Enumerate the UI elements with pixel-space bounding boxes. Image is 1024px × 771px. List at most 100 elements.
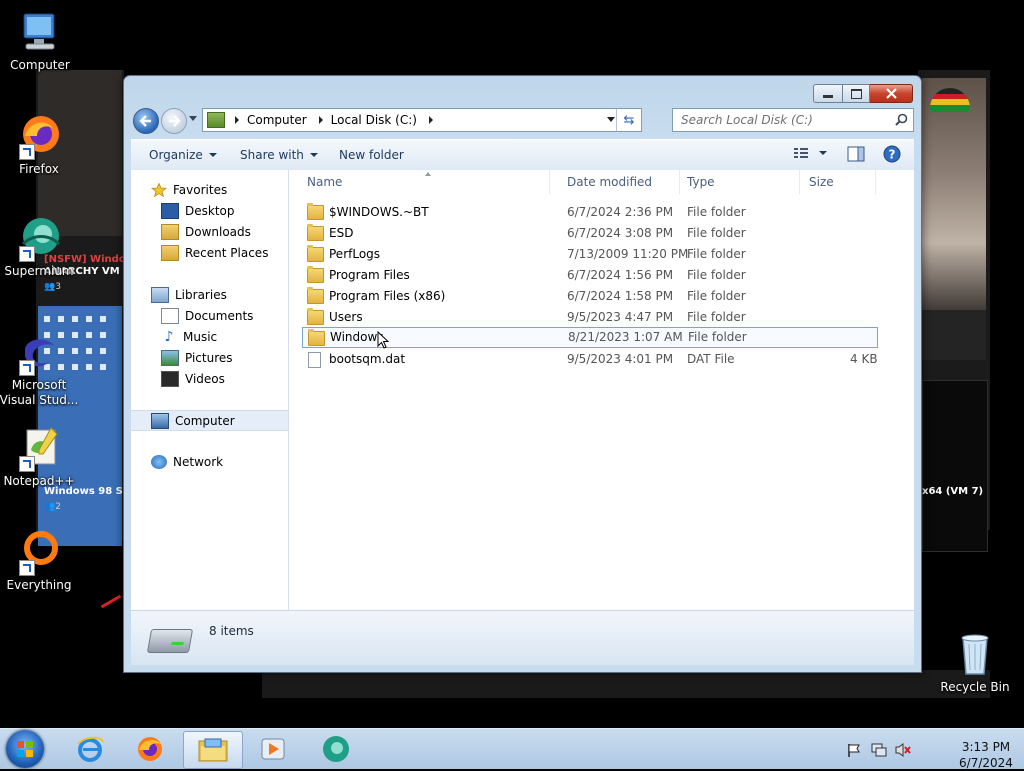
dropdown-arrow-icon [309,153,318,157]
forward-button[interactable] [161,108,187,134]
explorer-window[interactable]: Computer Local Disk (C:) ⇆ Organize Shar… [123,75,922,673]
firefox-icon [138,737,162,761]
sort-arrow-icon [425,172,431,176]
organize-button[interactable]: Organize [149,148,217,162]
nav-videos[interactable]: Videos [131,369,288,388]
file-type: File folder [687,268,746,282]
desktop-icon-computer[interactable]: Computer [0,8,80,73]
file-row[interactable]: bootsqm.dat 9/5/2023 4:01 PM DAT File 4 … [301,349,878,368]
file-date: 9/5/2023 4:01 PM [567,352,674,366]
column-header-size[interactable]: Size [801,170,876,194]
clock-date: 6/7/2024 [959,756,1013,770]
internet-explorer-icon [77,736,104,762]
address-history-dropdown[interactable] [607,117,615,122]
column-header-name[interactable]: Name [289,170,550,194]
file-row[interactable]: PerfLogs 7/13/2009 11:20 PM File folder [301,244,875,263]
action-center-flag-icon[interactable] [846,742,862,758]
column-header-date-modified[interactable]: Date modified [561,170,680,194]
dropdown-arrow-icon [819,151,827,155]
breadcrumb-chevron-icon[interactable] [428,116,433,124]
file-name: Windows [330,330,384,344]
navigation-pane[interactable]: Favorites Desktop Downloads Recent Place… [131,170,289,610]
file-row[interactable]: Windows 8/21/2023 1:07 AM File folder [302,327,878,349]
desktop-icon-firefox[interactable]: Firefox [0,112,79,177]
file-type: File folder [688,330,747,344]
windows-logo-icon [17,741,33,757]
computer-icon [16,8,64,56]
file-type: File folder [687,205,746,219]
computer-icon [151,412,169,429]
refresh-button[interactable]: ⇆ [616,109,641,131]
shortcut-arrow-icon [19,560,35,576]
network-icon [151,454,167,469]
desktop-icon-notepad-plus-plus[interactable]: Notepad++ [0,424,79,489]
nav-desktop[interactable]: Desktop [131,201,288,220]
file-row[interactable]: Program Files (x86) 6/7/2024 1:58 PM Fil… [301,286,875,305]
nav-recent-places[interactable]: Recent Places [131,243,288,262]
item-count: 8 items [209,624,254,638]
file-row[interactable]: Program Files 6/7/2024 1:56 PM File fold… [301,265,875,284]
explorer-content: Favorites Desktop Downloads Recent Place… [131,170,914,610]
start-button[interactable] [6,730,44,768]
supermium-icon [323,736,349,762]
address-bar[interactable]: Computer Local Disk (C:) ⇆ [202,108,642,132]
taskbar-windows-explorer[interactable] [183,731,243,769]
window-caption-buttons [813,84,913,103]
file-name: Program Files (x86) [329,289,446,303]
computer-location-icon [207,112,225,128]
search-box[interactable] [672,108,914,132]
folder-icon [307,266,324,283]
help-button[interactable]: ? [883,145,901,163]
desktop-icon-visual-studio[interactable]: Microsoft Visual Stud... [0,328,79,408]
nav-libraries[interactable]: Libraries [131,285,288,304]
file-list[interactable]: Name Date modified Type Size $WINDOWS.~B… [289,170,914,610]
new-folder-button[interactable]: New folder [339,148,404,162]
file-date: 6/7/2024 1:56 PM [567,268,674,282]
taskbar-media-player[interactable] [244,731,302,767]
nav-documents[interactable]: Documents [131,306,288,325]
network-status-icon[interactable] [870,742,888,758]
desktop-icon-recycle-bin[interactable]: Recycle Bin [935,630,1015,695]
nav-pictures[interactable]: Pictures [131,348,288,367]
nav-computer[interactable]: Computer [131,410,288,431]
file-type: File folder [687,310,746,324]
share-with-button[interactable]: Share with [240,148,318,162]
folder-icon [307,245,324,262]
view-options-icon [794,148,808,158]
nav-network[interactable]: Network [131,452,288,471]
search-icon[interactable] [895,113,908,126]
preview-pane-button[interactable] [847,146,865,162]
breadcrumb-local-disk[interactable]: Local Disk (C:) [331,113,417,127]
file-row[interactable]: Users 9/5/2023 4:47 PM File folder [301,307,875,326]
clock[interactable]: 3:13 PM 6/7/2024 [956,739,1016,771]
recent-pages-dropdown[interactable] [189,116,197,121]
taskbar-internet-explorer[interactable] [61,731,119,767]
breadcrumb-chevron-icon[interactable] [235,116,239,124]
search-input[interactable] [679,111,889,129]
nav-favorites[interactable]: Favorites [131,180,288,199]
back-button[interactable] [133,108,159,134]
minimize-button[interactable] [813,84,843,103]
breadcrumb-computer[interactable]: Computer [247,113,307,127]
file-name: bootsqm.dat [329,352,406,366]
desktop-icon-supermium[interactable]: Supermium [0,214,79,279]
folder-icon [307,308,324,325]
column-header-type[interactable]: Type [681,170,800,194]
nav-downloads[interactable]: Downloads [131,222,288,241]
taskbar-supermium[interactable] [307,731,365,767]
nav-music[interactable]: ♪ Music [131,327,288,346]
desktop-icon-label: Notepad++ [3,474,75,488]
file-name: PerfLogs [329,247,381,261]
supermium-icon [15,214,63,262]
volume-muted-icon[interactable] [894,742,912,758]
file-date: 7/13/2009 11:20 PM [567,247,689,261]
maximize-button[interactable] [843,84,870,103]
desktop-icon-everything[interactable]: Everything [0,528,79,593]
file-row[interactable]: $WINDOWS.~BT 6/7/2024 2:36 PM File folde… [301,202,875,221]
change-view-button[interactable] [793,146,827,160]
file-row[interactable]: ESD 6/7/2024 3:08 PM File folder [301,223,875,242]
breadcrumb-chevron-icon[interactable] [318,116,323,124]
shortcut-arrow-icon [19,456,35,472]
taskbar-firefox[interactable] [121,731,179,767]
close-button[interactable] [870,84,913,103]
